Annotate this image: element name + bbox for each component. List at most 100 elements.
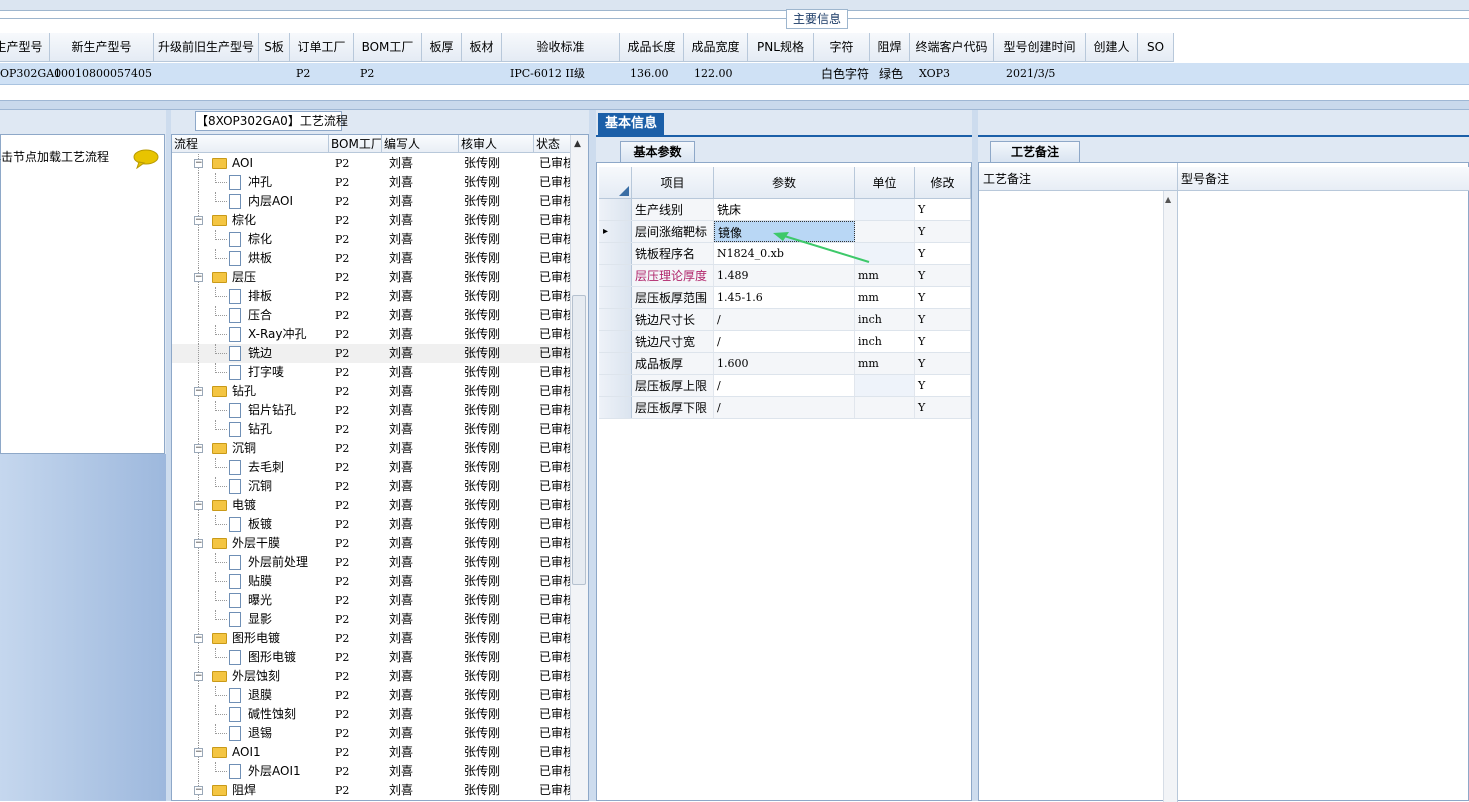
process-tree-row[interactable]: 曝光 P2 刘喜 张传刚 已审核	[172, 591, 572, 610]
row-indicator[interactable]	[599, 353, 632, 374]
process-tree-row[interactable]: − AOI1 P2 刘喜 张传刚 已审核	[172, 743, 572, 762]
process-tree-row[interactable]: − 阻焊 P2 刘喜 张传刚 已审核	[172, 781, 572, 800]
scroll-up-icon[interactable]: ▲	[574, 139, 581, 149]
process-tree-row[interactable]: − 外层蚀刻 P2 刘喜 张传刚 已审核	[172, 667, 572, 686]
param-value[interactable]: /	[714, 397, 855, 418]
main-grid-header-cell[interactable]: 字符	[814, 33, 870, 62]
param-row[interactable]: 层压板厚下限 / Y	[599, 397, 971, 419]
process-tree-row[interactable]: 冲孔 P2 刘喜 张传刚 已审核	[172, 173, 572, 192]
tab-basic-params[interactable]: 基本参数	[620, 141, 695, 162]
main-grid-header-cell[interactable]: 新生产型号	[50, 33, 154, 62]
collapse-toggle-icon[interactable]: −	[194, 387, 203, 396]
process-tree-row[interactable]: 退锡 P2 刘喜 张传刚 已审核	[172, 724, 572, 743]
main-grid-header-cell[interactable]: S板	[259, 33, 290, 62]
process-tree-row[interactable]: − 层压 P2 刘喜 张传刚 已审核	[172, 268, 572, 287]
collapse-toggle-icon[interactable]: −	[194, 634, 203, 643]
process-tree-row[interactable]: 沉铜 P2 刘喜 张传刚 已审核	[172, 477, 572, 496]
main-grid-row[interactable]: OP302GA0 10010800057405 P2 P2 IPC-6012 I…	[0, 63, 1469, 85]
process-tree-row[interactable]: − 外层干膜 P2 刘喜 张传刚 已审核	[172, 534, 572, 553]
process-tree-row[interactable]: 内层AOI P2 刘喜 张传刚 已审核	[172, 192, 572, 211]
process-tree-row[interactable]: 棕化 P2 刘喜 张传刚 已审核	[172, 230, 572, 249]
process-factory: P2	[335, 366, 350, 379]
notes-scrollbar[interactable]	[1163, 191, 1177, 802]
collapse-toggle-icon[interactable]: −	[194, 216, 203, 225]
process-tree-row[interactable]: 图形电镀 P2 刘喜 张传刚 已审核	[172, 648, 572, 667]
main-grid-header-cell[interactable]: 创建人	[1086, 33, 1138, 62]
collapse-toggle-icon[interactable]: −	[194, 539, 203, 548]
collapse-toggle-icon[interactable]: −	[194, 786, 203, 795]
collapse-toggle-icon[interactable]: −	[194, 748, 203, 757]
process-tree-row[interactable]: − 棕化 P2 刘喜 张传刚 已审核	[172, 211, 572, 230]
main-grid-header-cell[interactable]: 阻焊	[870, 33, 910, 62]
main-grid-header-cell[interactable]: 升级前旧生产型号	[154, 33, 259, 62]
collapse-toggle-icon[interactable]: −	[194, 672, 203, 681]
process-tree-row[interactable]: 排板 P2 刘喜 张传刚 已审核	[172, 287, 572, 306]
process-header-cell[interactable]: 编写人	[382, 135, 459, 153]
main-grid-header-cell[interactable]: 终端客户代码	[910, 33, 994, 62]
process-tree-row[interactable]: − 钻孔 P2 刘喜 张传刚 已审核	[172, 382, 572, 401]
process-tree-row[interactable]: 碱性蚀刻 P2 刘喜 张传刚 已审核	[172, 705, 572, 724]
row-indicator[interactable]	[599, 287, 632, 308]
process-tree-row[interactable]: 外层AOI1 P2 刘喜 张传刚 已审核	[172, 762, 572, 781]
process-tree-row[interactable]: 板镀 P2 刘喜 张传刚 已审核	[172, 515, 572, 534]
horizontal-splitter[interactable]	[0, 100, 1469, 110]
process-tree-row[interactable]: 烘板 P2 刘喜 张传刚 已审核	[172, 249, 572, 268]
main-grid-header-cell[interactable]: 订单工厂	[290, 33, 354, 62]
main-grid-header-cell[interactable]: 验收标准	[502, 33, 620, 62]
collapse-toggle-icon[interactable]: −	[194, 444, 203, 453]
process-tree-row[interactable]: 钻孔 P2 刘喜 张传刚 已审核	[172, 420, 572, 439]
row-indicator[interactable]	[599, 375, 632, 396]
main-grid-header-cell[interactable]: 板厚	[422, 33, 462, 62]
process-tree-row[interactable]: 打字唛 P2 刘喜 张传刚 已审核	[172, 363, 572, 382]
process-tree-row[interactable]: 贴膜 P2 刘喜 张传刚 已审核	[172, 572, 572, 591]
param-row[interactable]: 铣边尺寸长 / inch Y	[599, 309, 971, 331]
main-grid-header-cell[interactable]: SO	[1138, 33, 1174, 62]
model-notes-field[interactable]	[1179, 192, 1467, 792]
param-value[interactable]: 1.45-1.6	[714, 287, 855, 308]
vertical-splitter[interactable]	[589, 110, 596, 801]
main-grid-header-cell[interactable]: PNL规格	[748, 33, 814, 62]
process-header-cell[interactable]: 状态	[534, 135, 572, 153]
row-indicator[interactable]	[599, 397, 632, 418]
process-tree-row[interactable]: 铣边 P2 刘喜 张传刚 已审核	[172, 344, 572, 363]
process-tree-row[interactable]: X-Ray冲孔 P2 刘喜 张传刚 已审核	[172, 325, 572, 344]
process-tree-row[interactable]: 外层前处理 P2 刘喜 张传刚 已审核	[172, 553, 572, 572]
param-row[interactable]: 铣边尺寸宽 / inch Y	[599, 331, 971, 353]
process-tree-row[interactable]: − 电镀 P2 刘喜 张传刚 已审核	[172, 496, 572, 515]
process-header-cell[interactable]: BOM工厂	[329, 135, 382, 153]
tab-process-notes[interactable]: 工艺备注	[990, 141, 1080, 162]
process-tree-row[interactable]: − 沉铜 P2 刘喜 张传刚 已审核	[172, 439, 572, 458]
process-tree-row[interactable]: 去毛刺 P2 刘喜 张传刚 已审核	[172, 458, 572, 477]
scroll-up-icon[interactable]: ▲	[1165, 195, 1171, 204]
main-grid-header-cell[interactable]: 成品长度	[620, 33, 684, 62]
param-value[interactable]: /	[714, 375, 855, 396]
main-grid-header-cell[interactable]: 型号创建时间	[994, 33, 1086, 62]
process-tree-row[interactable]: 铝片钻孔 P2 刘喜 张传刚 已审核	[172, 401, 572, 420]
param-row[interactable]: 层压板厚上限 / Y	[599, 375, 971, 397]
process-tree-scrollbar[interactable]: ▲	[570, 135, 588, 800]
param-row[interactable]: 层压板厚范围 1.45-1.6 mm Y	[599, 287, 971, 309]
process-header-cell[interactable]: 流程	[172, 135, 329, 153]
main-grid-header-cell[interactable]: BOM工厂	[354, 33, 422, 62]
process-tree-row[interactable]: 显影 P2 刘喜 张传刚 已审核	[172, 610, 572, 629]
main-grid-header-cell[interactable]: 生产型号	[0, 33, 50, 62]
param-value[interactable]: /	[714, 309, 855, 330]
process-tree-row[interactable]: − 图形电镀 P2 刘喜 张传刚 已审核	[172, 629, 572, 648]
main-grid-header-cell[interactable]: 成品宽度	[684, 33, 748, 62]
main-grid-header-cell[interactable]: 板材	[462, 33, 502, 62]
param-value[interactable]: /	[714, 331, 855, 352]
process-notes-field[interactable]	[979, 192, 1163, 792]
process-tree-row[interactable]: 压合 P2 刘喜 张传刚 已审核	[172, 306, 572, 325]
scrollbar-thumb[interactable]	[572, 295, 586, 585]
process-header-cell[interactable]: 核审人	[459, 135, 534, 153]
param-row[interactable]: 成品板厚 1.600 mm Y	[599, 353, 971, 375]
process-tree-row[interactable]: − AOI P2 刘喜 张传刚 已审核	[172, 154, 572, 173]
collapse-toggle-icon[interactable]: −	[194, 501, 203, 510]
tab-basic-info[interactable]: 基本信息	[598, 113, 664, 135]
row-indicator[interactable]	[599, 331, 632, 352]
row-indicator[interactable]	[599, 309, 632, 330]
collapse-toggle-icon[interactable]: −	[194, 159, 203, 168]
collapse-toggle-icon[interactable]: −	[194, 273, 203, 282]
process-tree-row[interactable]: 退膜 P2 刘喜 张传刚 已审核	[172, 686, 572, 705]
param-value[interactable]: 1.600	[714, 353, 855, 374]
